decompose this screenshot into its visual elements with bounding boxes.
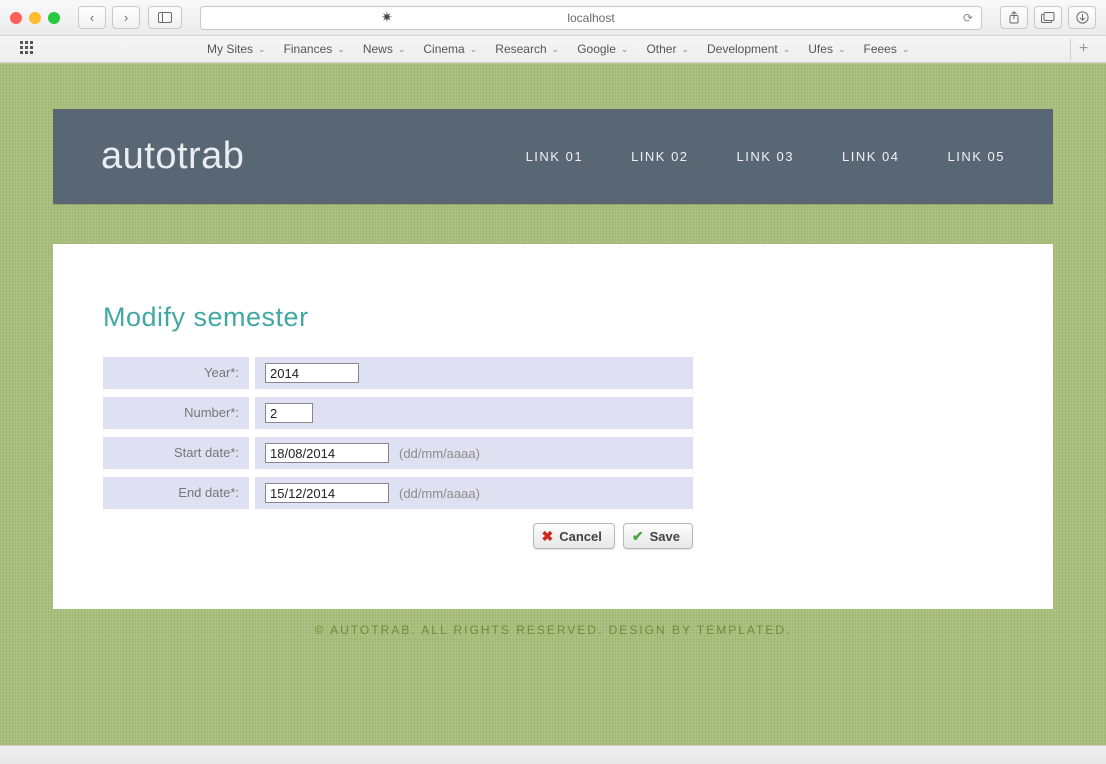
bookmark-item[interactable]: Feees⌄ bbox=[855, 42, 919, 56]
cancel-button[interactable]: ✖ Cancel bbox=[533, 523, 615, 549]
chevron-down-icon: ⌄ bbox=[902, 44, 910, 55]
chevron-down-icon: ⌄ bbox=[470, 44, 478, 55]
number-field[interactable] bbox=[265, 403, 313, 423]
zoom-window-icon[interactable] bbox=[48, 12, 60, 24]
save-button[interactable]: ✔ Save bbox=[623, 523, 693, 549]
cancel-label: Cancel bbox=[559, 529, 602, 544]
chevron-down-icon: ⌄ bbox=[783, 44, 791, 55]
page-heading: Modify semester bbox=[103, 302, 1003, 333]
page-body: autotrab LINK 01LINK 02LINK 03LINK 04LIN… bbox=[0, 63, 1106, 764]
site-header: autotrab LINK 01LINK 02LINK 03LINK 04LIN… bbox=[53, 109, 1053, 204]
chevron-down-icon: ⌄ bbox=[838, 44, 846, 55]
sidebar-button[interactable] bbox=[148, 6, 182, 29]
nav-link[interactable]: LINK 04 bbox=[842, 149, 899, 164]
footer: © AUTOTRAB. ALL RIGHTS RESERVED. DESIGN … bbox=[0, 623, 1106, 637]
address-text: localhost bbox=[567, 11, 614, 25]
site-title: autotrab bbox=[101, 135, 244, 178]
nav-link[interactable]: LINK 01 bbox=[526, 149, 583, 164]
forward-button[interactable]: › bbox=[112, 6, 140, 29]
share-button[interactable] bbox=[1000, 6, 1028, 29]
site-settings-icon[interactable]: ✷ bbox=[381, 9, 393, 26]
label-end-date: End date*: bbox=[103, 477, 249, 509]
label-number: Number*: bbox=[103, 397, 249, 429]
save-label: Save bbox=[650, 529, 680, 544]
window-controls bbox=[10, 12, 60, 24]
footer-suffix: . bbox=[786, 623, 791, 637]
apps-icon[interactable] bbox=[20, 41, 36, 57]
close-window-icon[interactable] bbox=[10, 12, 22, 24]
bookmark-item[interactable]: Finances⌄ bbox=[275, 42, 354, 56]
nav-link[interactable]: LINK 05 bbox=[948, 149, 1005, 164]
chevron-down-icon: ⌄ bbox=[681, 44, 689, 55]
bookmark-item[interactable]: Research⌄ bbox=[486, 42, 568, 56]
nav-link[interactable]: LINK 03 bbox=[737, 149, 794, 164]
bookmark-item[interactable]: Ufes⌄ bbox=[799, 42, 854, 56]
address-bar[interactable]: ✷ localhost ⟳ bbox=[200, 6, 982, 30]
bookmarks-bar: My Sites⌄Finances⌄News⌄Cinema⌄Research⌄G… bbox=[0, 36, 1106, 63]
tabs-button[interactable] bbox=[1034, 6, 1062, 29]
bookmark-item[interactable]: My Sites⌄ bbox=[198, 42, 275, 56]
check-icon: ✔ bbox=[632, 528, 644, 545]
browser-toolbar: ‹ › ✷ localhost ⟳ bbox=[0, 0, 1106, 36]
chevron-down-icon: ⌄ bbox=[337, 44, 345, 55]
bookmark-item[interactable]: Google⌄ bbox=[568, 42, 637, 56]
chevron-down-icon: ⌄ bbox=[258, 44, 266, 55]
bookmark-item[interactable]: News⌄ bbox=[354, 42, 415, 56]
site-nav: LINK 01 LINK 02 LINK 03 LINK 04 LINK 05 bbox=[526, 149, 1005, 164]
reload-icon[interactable]: ⟳ bbox=[963, 11, 973, 25]
minimize-window-icon[interactable] bbox=[29, 12, 41, 24]
end-date-field[interactable] bbox=[265, 483, 389, 503]
start-date-hint: (dd/mm/aaaa) bbox=[399, 446, 480, 461]
new-tab-button[interactable]: + bbox=[1070, 38, 1096, 60]
end-date-hint: (dd/mm/aaaa) bbox=[399, 486, 480, 501]
content-card: Modify semester Year*: Number*: Start da… bbox=[53, 244, 1053, 609]
label-start-date: Start date*: bbox=[103, 437, 249, 469]
chevron-down-icon: ⌄ bbox=[552, 44, 560, 55]
bookmark-item[interactable]: Development⌄ bbox=[698, 42, 799, 56]
bookmark-item[interactable]: Cinema⌄ bbox=[414, 42, 486, 56]
chevron-down-icon: ⌄ bbox=[398, 44, 406, 55]
downloads-button[interactable] bbox=[1068, 6, 1096, 29]
footer-link[interactable]: TEMPLATED bbox=[697, 623, 786, 637]
year-field[interactable] bbox=[265, 363, 359, 383]
cancel-icon: ✖ bbox=[542, 528, 554, 545]
start-date-field[interactable] bbox=[265, 443, 389, 463]
nav-link[interactable]: LINK 02 bbox=[631, 149, 688, 164]
back-button[interactable]: ‹ bbox=[78, 6, 106, 29]
chevron-down-icon: ⌄ bbox=[621, 44, 629, 55]
footer-prefix: © AUTOTRAB. ALL RIGHTS RESERVED. DESIGN … bbox=[315, 623, 697, 637]
bookmark-item[interactable]: Other⌄ bbox=[637, 42, 698, 56]
label-year: Year*: bbox=[103, 357, 249, 389]
